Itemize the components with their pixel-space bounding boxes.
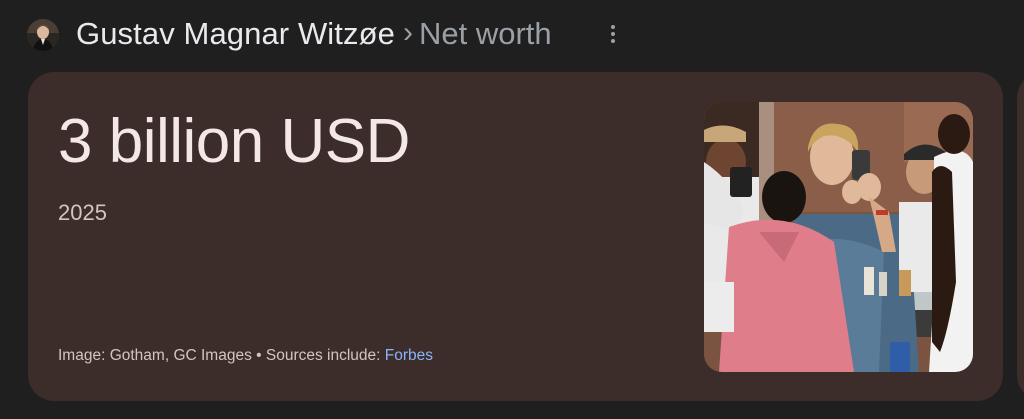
sources-label: Sources include: — [265, 347, 385, 364]
source-link-forbes[interactable]: Forbes — [385, 347, 433, 364]
attribution-bullet: • — [251, 347, 266, 364]
attribution-line: Image: Gotham, GC Images • Sources inclu… — [58, 346, 433, 366]
more-vertical-icon[interactable] — [603, 22, 623, 46]
breadcrumb-topic: Net worth — [418, 16, 552, 51]
person-avatar-icon[interactable] — [27, 19, 59, 51]
entity-name-link[interactable]: Gustav Magnar Witzøe — [76, 16, 395, 52]
page-header: Gustav Magnar Witzøe › Net worth — [0, 0, 1024, 66]
image-credit: Image: Gotham, GC Images — [58, 347, 252, 364]
net-worth-value: 3 billion USD — [58, 107, 410, 176]
person-photo[interactable] — [704, 102, 973, 372]
breadcrumb: Gustav Magnar Witzøe › Net worth — [76, 14, 552, 54]
more-dot — [611, 32, 615, 36]
more-dot — [611, 25, 615, 29]
next-card-peek[interactable] — [1017, 72, 1024, 401]
net-worth-card: 3 billion USD 2025 Image: Gotham, GC Ima… — [28, 72, 1003, 401]
net-worth-year: 2025 — [58, 200, 107, 225]
more-dot — [611, 39, 615, 43]
breadcrumb-separator-icon: › — [402, 16, 413, 49]
